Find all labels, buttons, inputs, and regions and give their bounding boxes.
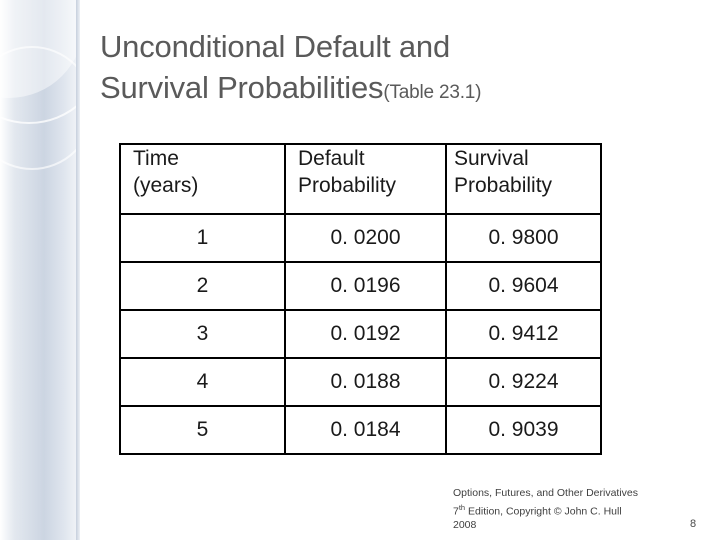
table-row: 2 0. 0196 0. 9604: [119, 261, 602, 311]
cell-default-probability: 0. 0188: [284, 357, 447, 407]
cell-survival-probability: 0. 9800: [445, 213, 602, 263]
footer-attribution: Options, Futures, and Other Derivatives …: [453, 487, 703, 532]
header-survival-line2: Probability: [454, 174, 553, 197]
cell-time: 3: [119, 309, 286, 359]
table-row: 3 0. 0192 0. 9412: [119, 309, 602, 359]
cell-survival-probability: 0. 9224: [445, 357, 602, 407]
cell-survival-probability: 0. 9604: [445, 261, 602, 311]
cell-time: 1: [119, 213, 286, 263]
header-default-line1: Default: [298, 147, 365, 170]
footer-line-1: Options, Futures, and Other Derivatives: [453, 487, 638, 499]
cell-time: 4: [119, 357, 286, 407]
table-row: 5 0. 0184 0. 9039: [119, 405, 602, 455]
page-title: Unconditional Default and Survival Proba…: [100, 26, 700, 113]
title-table-reference: (Table 23.1): [383, 82, 482, 103]
cell-default-probability: 0. 0200: [284, 213, 447, 263]
probabilities-table: Time (years) Default Probability Surviva…: [119, 143, 602, 455]
table-header-cell-survival-probability: Survival Probability: [445, 143, 602, 215]
page-number: 8: [690, 518, 697, 530]
header-default-line2: Probability: [298, 174, 397, 197]
title-line-1: Unconditional Default and: [100, 29, 451, 64]
footer-copyright-text: Edition, Copyright © John C. Hull: [465, 505, 622, 517]
cell-default-probability: 0. 0192: [284, 309, 447, 359]
cell-survival-probability: 0. 9412: [445, 309, 602, 359]
table-header-row: Time (years) Default Probability Surviva…: [119, 143, 602, 215]
cell-time: 5: [119, 405, 286, 455]
header-survival-line1: Survival: [454, 147, 529, 170]
title-line-2-text: Survival Probabilities: [100, 70, 384, 105]
probabilities-table-wrapper: Time (years) Default Probability Surviva…: [119, 143, 602, 455]
cell-default-probability: 0. 0184: [284, 405, 447, 455]
table-header-cell-default-probability: Default Probability: [284, 143, 447, 215]
header-time-line1: Time: [133, 147, 179, 170]
cell-time: 2: [119, 261, 286, 311]
header-time-line2: (years): [133, 174, 199, 197]
decorative-left-band: [0, 0, 106, 540]
footer-line-2: 7th Edition, Copyright © John C. Hull: [453, 501, 703, 519]
title-line-2: Survival Probabilities(Table 23.1): [100, 67, 700, 113]
cell-survival-probability: 0. 9039: [445, 405, 602, 455]
table-header-cell-time: Time (years): [119, 143, 286, 215]
table-row: 4 0. 0188 0. 9224: [119, 357, 602, 407]
table-row: 1 0. 0200 0. 9800: [119, 213, 602, 263]
footer-line-3: 2008: [453, 518, 477, 531]
decorative-band-edge: [76, 0, 80, 540]
cell-default-probability: 0. 0196: [284, 261, 447, 311]
